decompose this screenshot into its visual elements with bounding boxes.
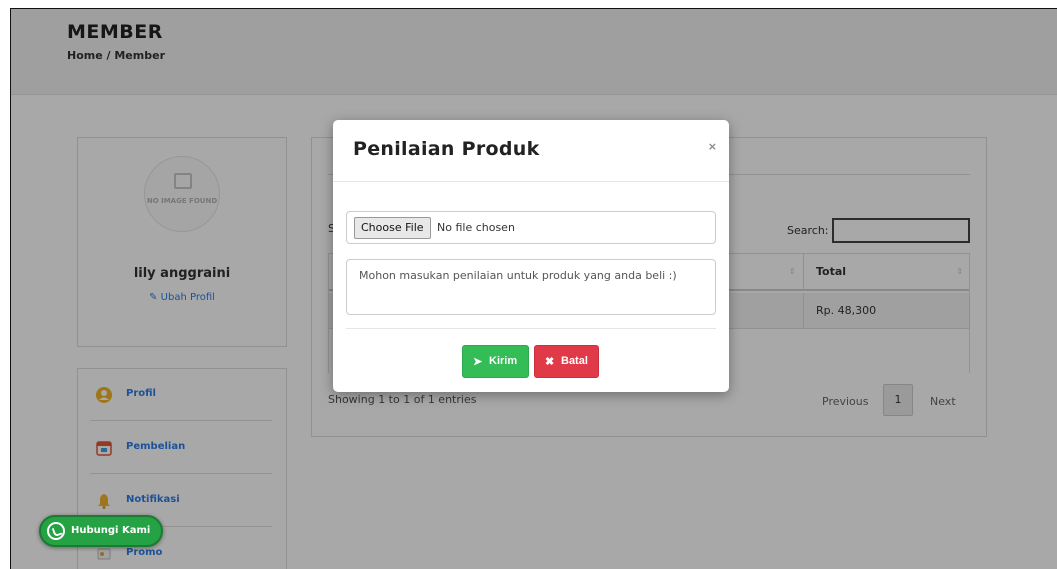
close-icon: ✖ bbox=[545, 356, 555, 368]
whatsapp-label: Hubungi Kami bbox=[71, 525, 151, 536]
whatsapp-contact-button[interactable]: Hubungi Kami bbox=[39, 515, 163, 547]
divider bbox=[346, 328, 716, 329]
modal-title: Penilaian Produk bbox=[353, 138, 540, 160]
choose-file-button[interactable]: Choose File bbox=[354, 217, 431, 239]
app-window: MEMBER Home / Member NO IMAGE FOUND lily… bbox=[10, 8, 1057, 569]
whatsapp-icon bbox=[47, 522, 65, 540]
file-status: No file chosen bbox=[437, 221, 515, 234]
cancel-button[interactable]: ✖ Batal bbox=[534, 345, 599, 378]
close-icon[interactable]: × bbox=[708, 140, 717, 153]
modal-header: Penilaian Produk × bbox=[333, 120, 729, 182]
file-input[interactable]: Choose File No file chosen bbox=[346, 211, 716, 244]
review-textarea[interactable] bbox=[346, 259, 716, 315]
rating-modal: Penilaian Produk × Choose File No file c… bbox=[333, 120, 729, 392]
send-icon: ➤ bbox=[473, 356, 483, 368]
send-label: Kirim bbox=[489, 355, 518, 367]
send-button[interactable]: ➤ Kirim bbox=[462, 345, 529, 378]
cancel-label: Batal bbox=[561, 355, 588, 367]
